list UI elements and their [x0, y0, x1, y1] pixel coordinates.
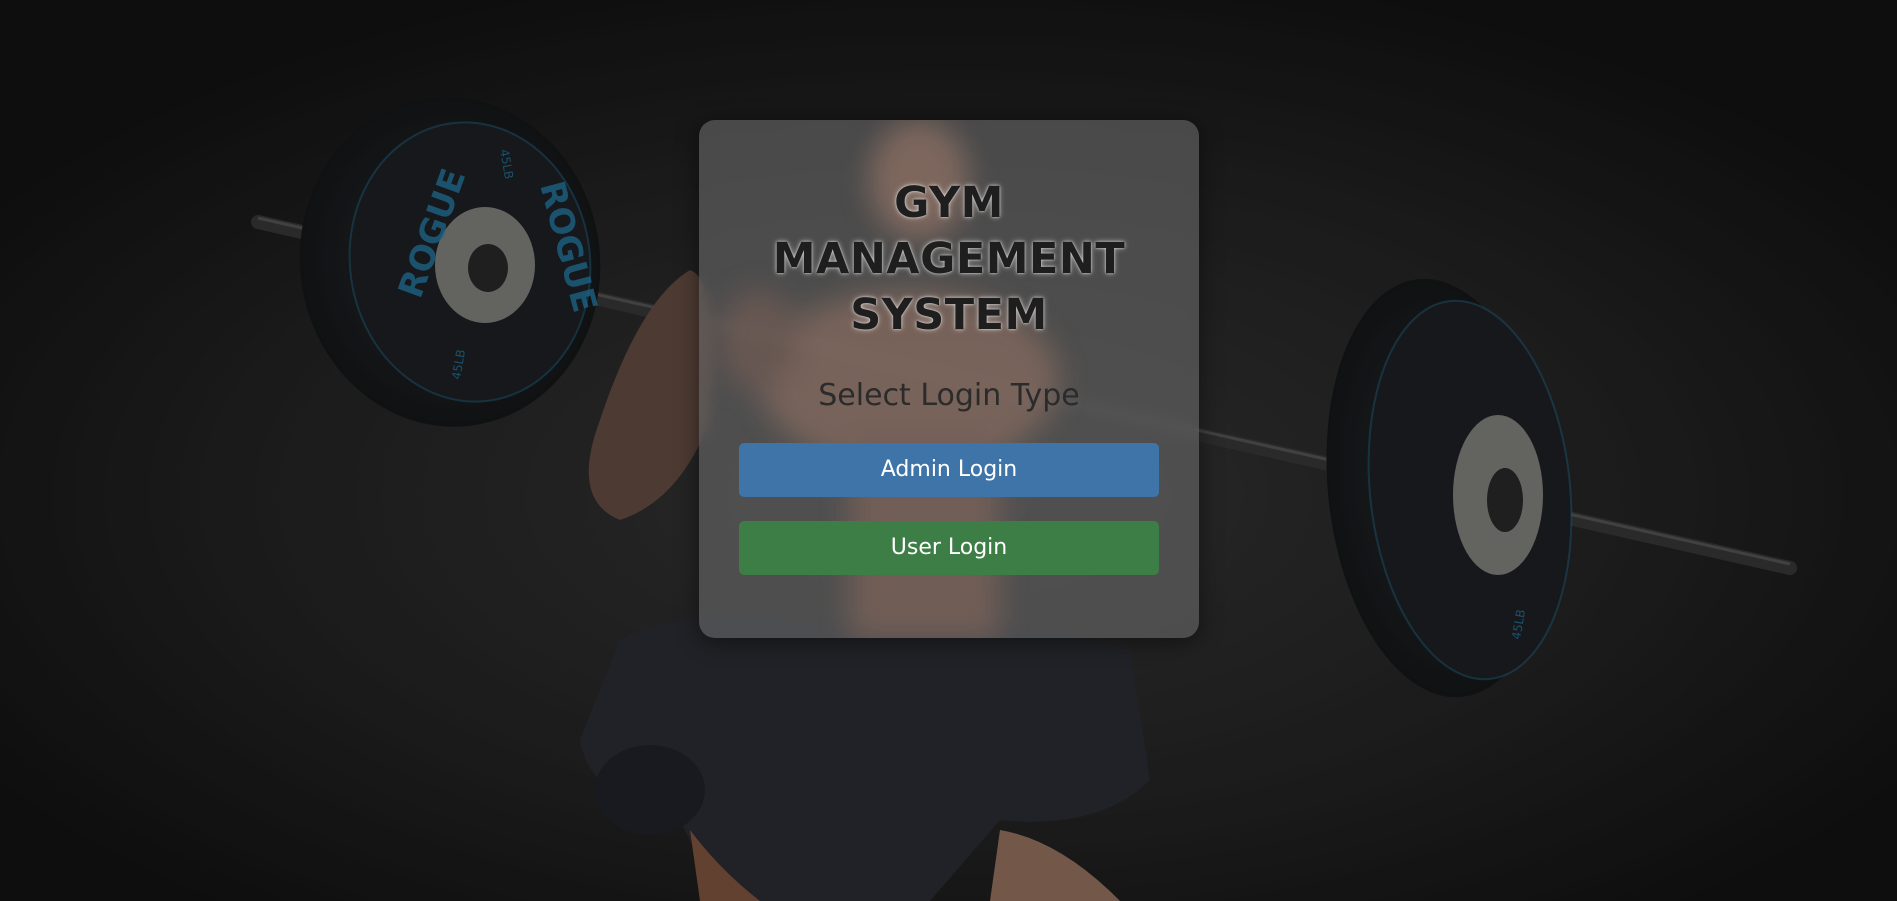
title-line-2: MANAGEMENT: [772, 234, 1126, 284]
title-line-1: GYM: [894, 178, 1004, 228]
login-type-heading: Select Login Type: [818, 378, 1080, 413]
page-title: GYM MANAGEMENT SYSTEM: [739, 175, 1159, 343]
user-login-button[interactable]: User Login: [739, 521, 1159, 575]
title-line-3: SYSTEM: [850, 290, 1048, 340]
login-card: GYM MANAGEMENT SYSTEM Select Login Type …: [699, 120, 1199, 638]
admin-login-button[interactable]: Admin Login: [739, 443, 1159, 497]
login-page: ROGUE ROGUE 45LB 45LB 45LB GYM MANAGEMEN…: [0, 0, 1897, 901]
